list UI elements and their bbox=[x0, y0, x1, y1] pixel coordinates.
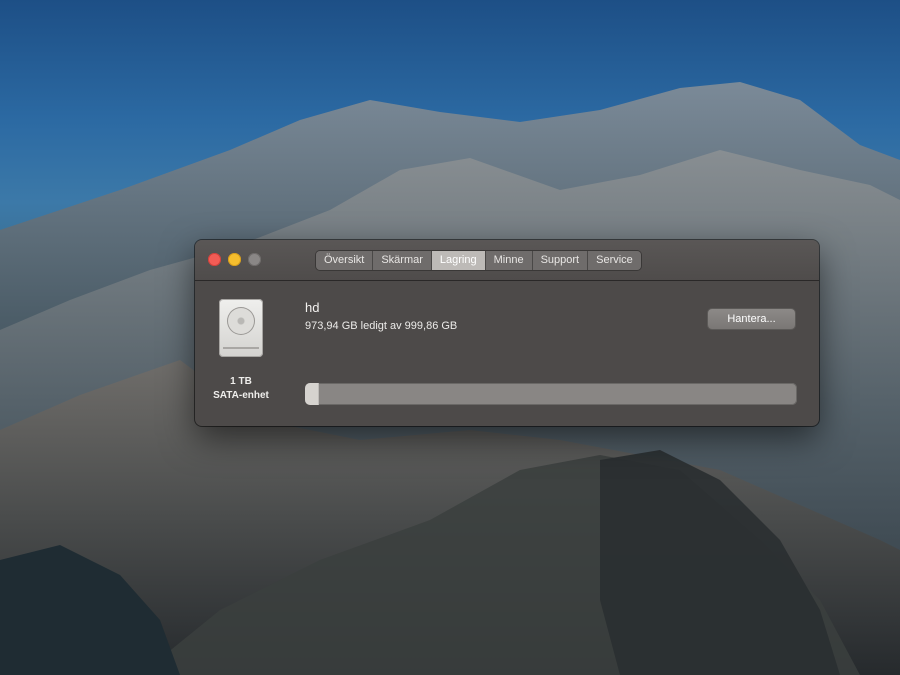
manage-button[interactable]: Hantera... bbox=[708, 309, 795, 329]
drive-stripe bbox=[223, 347, 259, 349]
tab-support[interactable]: Support bbox=[532, 251, 589, 270]
tab-overview[interactable]: Översikt bbox=[316, 251, 374, 270]
tab-storage[interactable]: Lagring bbox=[431, 251, 486, 270]
storage-usage-bar bbox=[305, 383, 797, 405]
drive-size-label: 1 TB bbox=[230, 376, 252, 387]
tab-service[interactable]: Service bbox=[588, 251, 641, 270]
window-titlebar[interactable]: Översikt Skärmar Lagring Minne Support S… bbox=[195, 240, 819, 281]
tab-memory[interactable]: Minne bbox=[485, 251, 533, 270]
close-window-button[interactable] bbox=[208, 253, 221, 266]
storage-used-segment bbox=[305, 383, 319, 405]
capacity-text: 973,94 GB ledigt av 999,86 GB bbox=[305, 320, 458, 332]
hard-drive-icon bbox=[219, 299, 263, 357]
drive-type-label: SATA-enhet bbox=[213, 390, 269, 401]
desktop-background: Översikt Skärmar Lagring Minne Support S… bbox=[0, 0, 900, 675]
minimize-window-button[interactable] bbox=[228, 253, 241, 266]
volume-name: hd bbox=[305, 300, 320, 315]
about-this-mac-window: Översikt Skärmar Lagring Minne Support S… bbox=[195, 240, 819, 426]
drive-platter bbox=[227, 307, 255, 335]
zoom-window-button[interactable] bbox=[248, 253, 261, 266]
tab-displays[interactable]: Skärmar bbox=[373, 251, 432, 270]
storage-panel: 1 TB SATA-enhet hd 973,94 GB ledigt av 9… bbox=[195, 281, 819, 426]
tab-bar: Översikt Skärmar Lagring Minne Support S… bbox=[316, 251, 641, 270]
